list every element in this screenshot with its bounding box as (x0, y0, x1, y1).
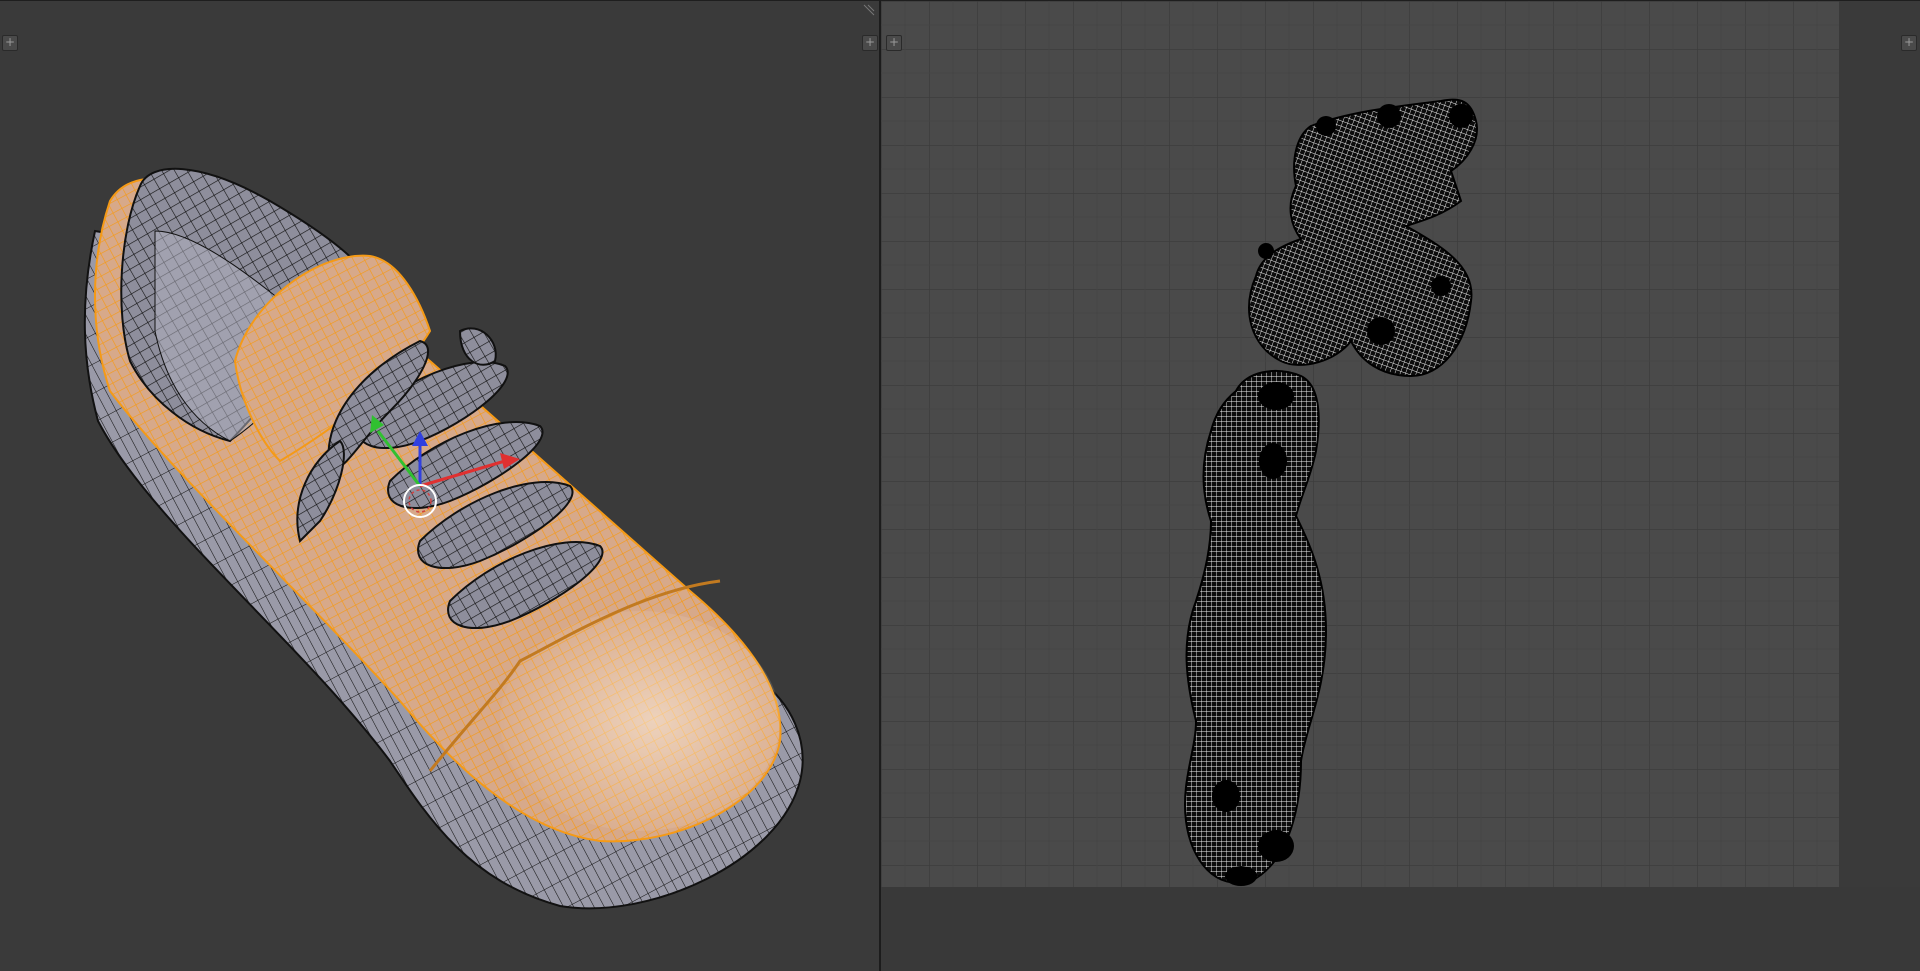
uv-corner-plus-icon[interactable]: + (886, 35, 902, 51)
shoe-mesh[interactable] (0, 1, 879, 971)
viewport-corner-plus-icon[interactable]: + (2, 35, 18, 51)
uv-corner-plus-right-icon[interactable]: + (1901, 35, 1917, 51)
area-split-grip-icon[interactable] (862, 3, 876, 17)
3d-viewport[interactable]: + + (0, 0, 879, 971)
uv-image-editor[interactable]: + + (881, 0, 1920, 971)
viewport-corner-plus-right-icon[interactable]: + (862, 35, 878, 51)
